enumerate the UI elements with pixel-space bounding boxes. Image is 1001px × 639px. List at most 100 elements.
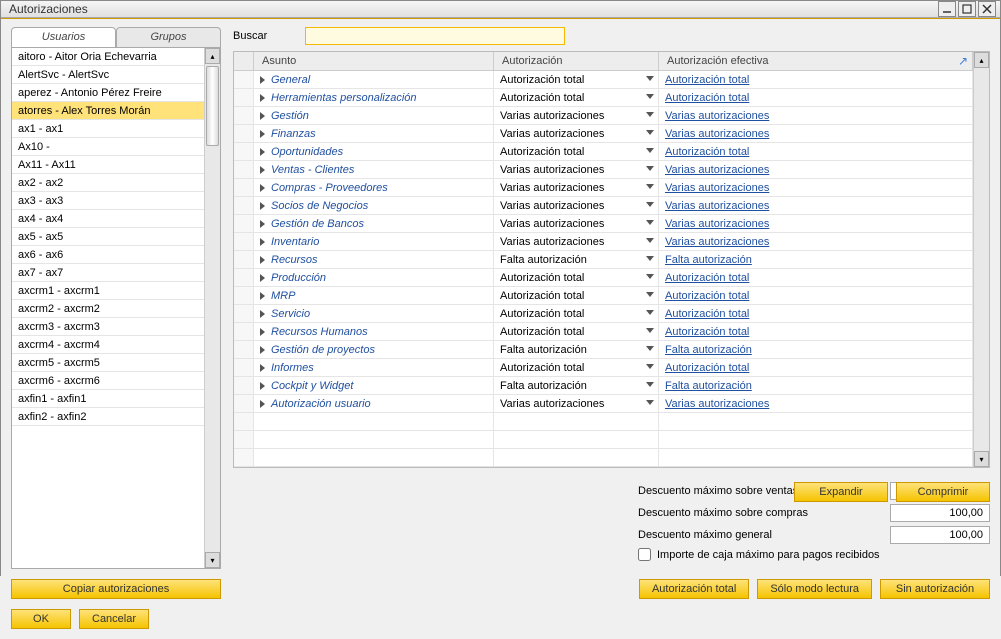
scroll-down-icon[interactable]: ▾ (205, 552, 220, 568)
effective-auth-link[interactable]: Varias autorizaciones (665, 164, 769, 176)
asunto-cell[interactable]: Socios de Negocios (254, 197, 494, 214)
user-item[interactable]: axfin1 - axfin1 (12, 390, 204, 408)
table-row[interactable]: Gestión de BancosVarias autorizacionesVa… (234, 215, 973, 233)
asunto-cell[interactable]: Ventas - Clientes (254, 161, 494, 178)
tree-expand-icon[interactable] (260, 148, 265, 156)
chevron-down-icon[interactable] (646, 112, 654, 117)
effective-auth-link[interactable]: Falta autorización (665, 254, 752, 266)
table-row[interactable]: Recursos HumanosAutorización totalAutori… (234, 323, 973, 341)
user-item[interactable]: Ax10 - (12, 138, 204, 156)
tree-expand-icon[interactable] (260, 292, 265, 300)
maximize-button[interactable] (958, 1, 976, 17)
tab-users[interactable]: Usuarios (11, 27, 116, 47)
chevron-down-icon[interactable] (646, 256, 654, 261)
chevron-down-icon[interactable] (646, 220, 654, 225)
row-gutter[interactable] (234, 179, 254, 196)
row-gutter[interactable] (234, 143, 254, 160)
cash-max-checkbox[interactable] (638, 548, 651, 561)
chevron-down-icon[interactable] (646, 310, 654, 315)
col-header-efectiva[interactable]: Autorización efectiva ↗ (659, 52, 973, 70)
chevron-down-icon[interactable] (646, 148, 654, 153)
chevron-down-icon[interactable] (646, 400, 654, 405)
tree-expand-icon[interactable] (260, 328, 265, 336)
chevron-down-icon[interactable] (646, 274, 654, 279)
row-gutter[interactable] (234, 71, 254, 88)
user-item[interactable]: aperez - Antonio Pérez Freire (12, 84, 204, 102)
minimize-button[interactable] (938, 1, 956, 17)
discount-general-input[interactable] (890, 526, 990, 544)
user-item[interactable]: ax2 - ax2 (12, 174, 204, 192)
effective-auth-link[interactable]: Varias autorizaciones (665, 218, 769, 230)
asunto-cell[interactable]: Recursos Humanos (254, 323, 494, 340)
grid-scroll-down-icon[interactable]: ▾ (974, 451, 989, 467)
asunto-cell[interactable]: Recursos (254, 251, 494, 268)
tree-expand-icon[interactable] (260, 166, 265, 174)
row-gutter[interactable] (234, 107, 254, 124)
scroll-up-icon[interactable]: ▴ (205, 48, 220, 64)
table-row[interactable]: OportunidadesAutorización totalAutorizac… (234, 143, 973, 161)
effective-auth-link[interactable]: Varias autorizaciones (665, 128, 769, 140)
table-row[interactable]: Gestión de proyectosFalta autorizaciónFa… (234, 341, 973, 359)
asunto-cell[interactable]: Cockpit y Widget (254, 377, 494, 394)
table-row[interactable]: Herramientas personalizaciónAutorización… (234, 89, 973, 107)
user-item[interactable]: ax4 - ax4 (12, 210, 204, 228)
tree-expand-icon[interactable] (260, 238, 265, 246)
asunto-cell[interactable]: Producción (254, 269, 494, 286)
tree-expand-icon[interactable] (260, 256, 265, 264)
scroll-thumb[interactable] (206, 66, 219, 146)
user-item[interactable]: ax3 - ax3 (12, 192, 204, 210)
chevron-down-icon[interactable] (646, 94, 654, 99)
user-item[interactable]: axcrm3 - axcrm3 (12, 318, 204, 336)
chevron-down-icon[interactable] (646, 130, 654, 135)
auth-cell[interactable]: Varias autorizaciones (494, 197, 659, 214)
user-item[interactable]: ax6 - ax6 (12, 246, 204, 264)
asunto-cell[interactable]: General (254, 71, 494, 88)
chevron-down-icon[interactable] (646, 364, 654, 369)
asunto-cell[interactable]: Gestión de Bancos (254, 215, 494, 232)
table-row[interactable]: InformesAutorización totalAutorización t… (234, 359, 973, 377)
discount-purch-input[interactable] (890, 504, 990, 522)
row-gutter[interactable] (234, 161, 254, 178)
auth-cell[interactable]: Autorización total (494, 305, 659, 322)
tree-expand-icon[interactable] (260, 274, 265, 282)
row-gutter[interactable] (234, 215, 254, 232)
no-auth-button[interactable]: Sin autorización (880, 579, 990, 599)
table-row[interactable]: Socios de NegociosVarias autorizacionesV… (234, 197, 973, 215)
tree-expand-icon[interactable] (260, 346, 265, 354)
asunto-cell[interactable]: Finanzas (254, 125, 494, 142)
row-gutter[interactable] (234, 251, 254, 268)
asunto-cell[interactable]: Inventario (254, 233, 494, 250)
cancel-button[interactable]: Cancelar (79, 609, 149, 629)
chevron-down-icon[interactable] (646, 328, 654, 333)
tree-expand-icon[interactable] (260, 184, 265, 192)
table-row[interactable]: Ventas - ClientesVarias autorizacionesVa… (234, 161, 973, 179)
effective-auth-link[interactable]: Varias autorizaciones (665, 110, 769, 122)
close-button[interactable] (978, 1, 996, 17)
tree-expand-icon[interactable] (260, 382, 265, 390)
user-item[interactable]: axfin2 - axfin2 (12, 408, 204, 426)
table-row[interactable]: RecursosFalta autorizaciónFalta autoriza… (234, 251, 973, 269)
tree-expand-icon[interactable] (260, 220, 265, 228)
effective-auth-link[interactable]: Varias autorizaciones (665, 182, 769, 194)
compress-button[interactable]: Comprimir (896, 482, 990, 502)
tree-expand-icon[interactable] (260, 202, 265, 210)
effective-auth-link[interactable]: Falta autorización (665, 344, 752, 356)
popout-icon[interactable]: ↗ (958, 54, 968, 68)
col-header-autorizacion[interactable]: Autorización (494, 52, 659, 70)
auth-cell[interactable]: Autorización total (494, 89, 659, 106)
row-gutter[interactable] (234, 359, 254, 376)
row-gutter[interactable] (234, 197, 254, 214)
row-gutter[interactable] (234, 287, 254, 304)
table-row[interactable]: Cockpit y WidgetFalta autorizaciónFalta … (234, 377, 973, 395)
auth-cell[interactable]: Falta autorización (494, 377, 659, 394)
user-item[interactable]: atorres - Alex Torres Morán (12, 102, 204, 120)
tree-expand-icon[interactable] (260, 400, 265, 408)
row-gutter[interactable] (234, 323, 254, 340)
asunto-cell[interactable]: Oportunidades (254, 143, 494, 160)
effective-auth-link[interactable]: Autorización total (665, 146, 749, 158)
row-gutter[interactable] (234, 341, 254, 358)
table-row[interactable]: InventarioVarias autorizacionesVarias au… (234, 233, 973, 251)
auth-cell[interactable]: Autorización total (494, 323, 659, 340)
auth-cell[interactable]: Autorización total (494, 269, 659, 286)
auth-cell[interactable]: Varias autorizaciones (494, 395, 659, 412)
